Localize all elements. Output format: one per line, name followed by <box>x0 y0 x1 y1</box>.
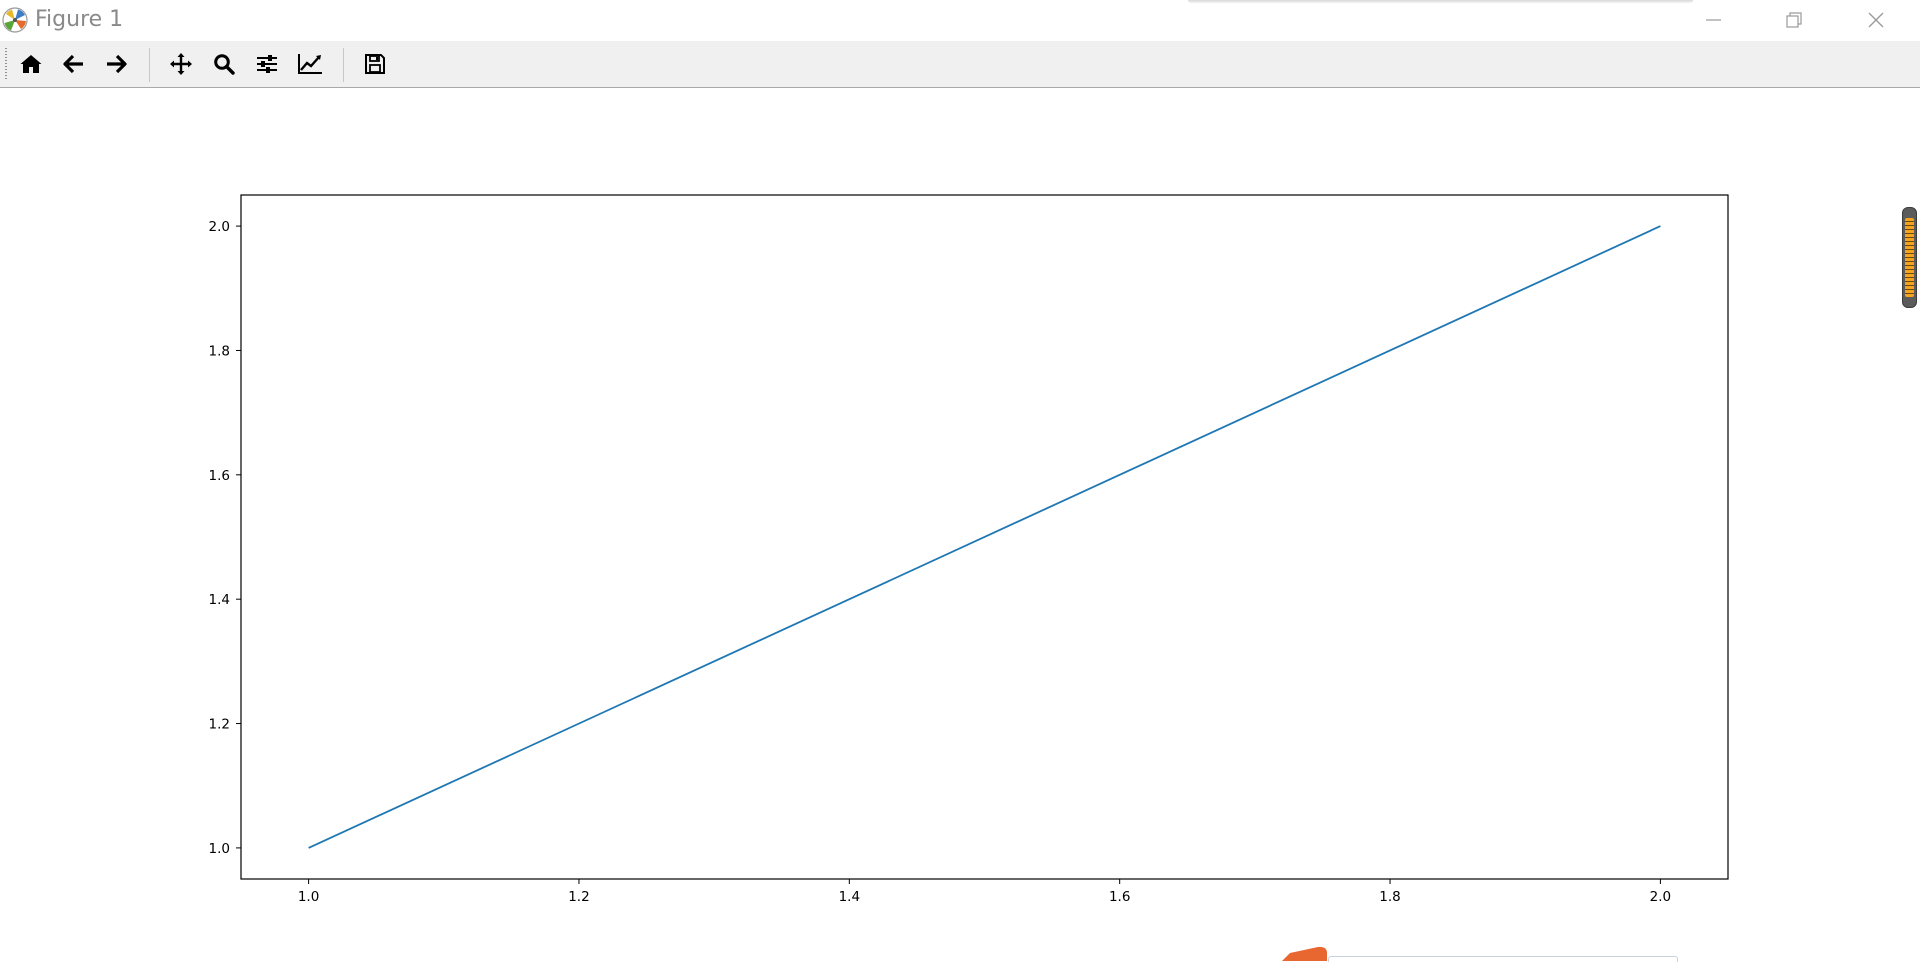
x-tick-label: 1.2 <box>568 889 589 905</box>
figure-canvas[interactable]: 1.0 1.2 1.4 1.6 1.8 2.0 1.0 1.2 1.4 1.6 1.8 2.0 <box>0 88 1920 961</box>
orange-pointer-shape <box>1282 946 1327 961</box>
x-tick-label: 1.0 <box>298 889 319 905</box>
close-icon <box>1868 12 1884 28</box>
restore-button[interactable] <box>1772 6 1816 34</box>
y-tick-label: 2.0 <box>209 219 230 235</box>
x-tick-label: 1.6 <box>1109 889 1130 905</box>
zoom-button[interactable] <box>208 49 240 79</box>
close-button[interactable] <box>1854 6 1898 34</box>
y-tick-label: 1.0 <box>209 841 230 857</box>
side-handle-grip <box>1905 218 1914 297</box>
overlay-edge <box>1188 0 1693 3</box>
x-tick-label: 1.4 <box>839 889 860 905</box>
toolbar-separator <box>343 48 344 82</box>
title-bar: Figure 1 <box>0 0 1920 40</box>
restore-icon <box>1786 12 1802 28</box>
x-axis: 1.0 1.2 1.4 1.6 1.8 2.0 <box>298 879 1671 905</box>
y-tick-label: 1.8 <box>209 343 230 359</box>
magnifier-icon <box>214 54 235 75</box>
y-tick-label: 1.6 <box>209 468 230 484</box>
forward-button[interactable] <box>100 49 132 79</box>
y-axis: 1.0 1.2 1.4 1.6 1.8 2.0 <box>209 219 241 857</box>
back-button[interactable] <box>58 49 90 79</box>
pan-button[interactable] <box>165 49 197 79</box>
x-tick-label: 2.0 <box>1650 889 1671 905</box>
matplotlib-logo-icon <box>2 7 28 33</box>
floppy-disk-icon <box>365 54 385 74</box>
toolbar-separator <box>149 48 150 82</box>
navigation-toolbar <box>0 41 1920 88</box>
toolbar-grip[interactable] <box>5 48 7 80</box>
move-icon <box>170 53 192 75</box>
save-button[interactable] <box>359 49 391 79</box>
y-tick-label: 1.4 <box>209 592 230 608</box>
edit-axis-button[interactable] <box>294 49 326 79</box>
partial-panel <box>1328 956 1678 962</box>
window-title: Figure 1 <box>35 7 124 32</box>
line-chart-icon <box>298 54 322 74</box>
home-icon <box>20 55 42 73</box>
x-tick-label: 1.8 <box>1379 889 1400 905</box>
line-chart: 1.0 1.2 1.4 1.6 1.8 2.0 1.0 1.2 1.4 1.6 1.8 2.0 <box>209 194 1729 905</box>
sliders-icon <box>257 55 277 73</box>
home-button[interactable] <box>15 49 47 79</box>
side-scroll-handle[interactable] <box>1902 207 1917 308</box>
minimize-icon <box>1706 19 1721 21</box>
y-tick-label: 1.2 <box>209 717 230 733</box>
subplots-button[interactable] <box>251 49 283 79</box>
arrow-left-icon <box>63 54 83 74</box>
arrow-right-icon <box>107 54 127 74</box>
minimize-button[interactable] <box>1690 6 1734 34</box>
